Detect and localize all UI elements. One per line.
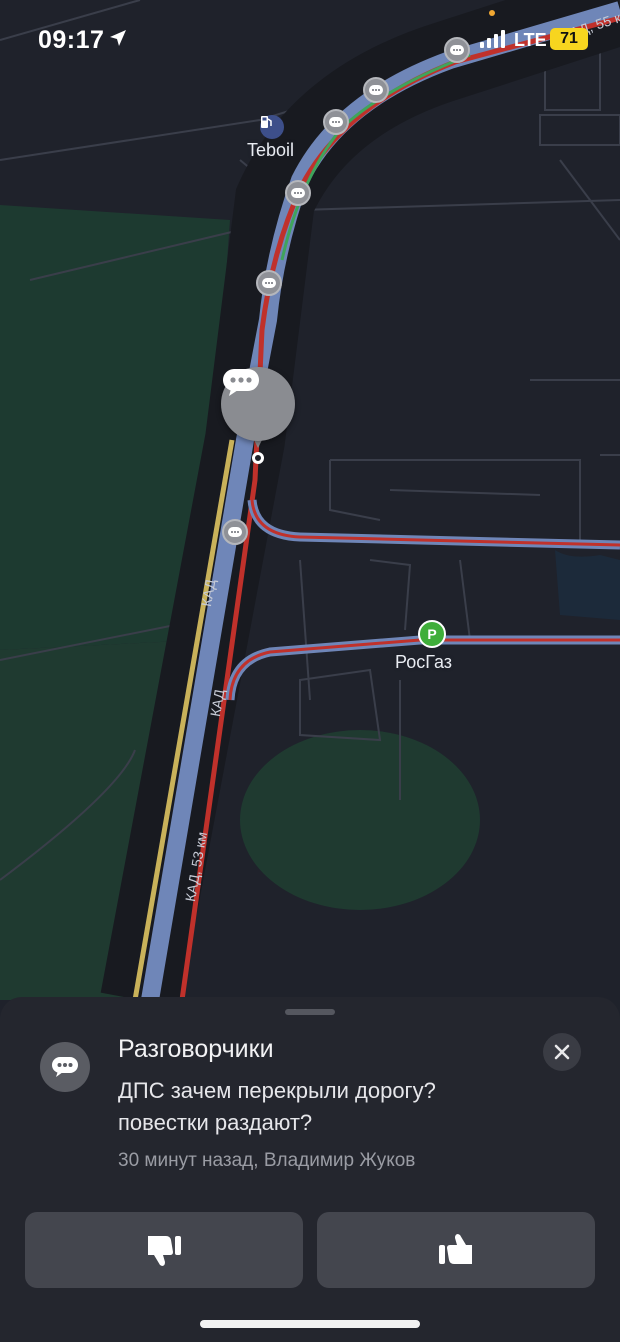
poi-label-teboil[interactable]: Teboil bbox=[247, 140, 294, 161]
sheet-grabber[interactable] bbox=[285, 1009, 335, 1015]
event-meta: 30 минут назад, Владимир Жуков bbox=[118, 1150, 416, 1171]
privacy-dot bbox=[489, 10, 495, 16]
event-bottom-sheet: Разговорчики ДПС зачем перекрыли дорогу?… bbox=[0, 997, 620, 1342]
signal-bars-icon bbox=[480, 30, 508, 53]
clock: 09:17 bbox=[38, 26, 105, 54]
chat-bubble-icon[interactable] bbox=[285, 180, 311, 206]
poi-label-rosgaz[interactable]: РосГаз bbox=[395, 652, 452, 673]
gas-station-icon[interactable]: P bbox=[418, 620, 446, 648]
dislike-button[interactable] bbox=[25, 1212, 303, 1288]
pond-area bbox=[555, 550, 620, 620]
thumbs-down-icon bbox=[148, 1236, 181, 1266]
chat-bubble-icon[interactable] bbox=[363, 77, 389, 103]
event-title: Разговорчики bbox=[118, 1035, 274, 1063]
like-button[interactable] bbox=[317, 1212, 595, 1288]
map-canvas[interactable] bbox=[0, 0, 620, 1000]
chat-bubble-icon bbox=[223, 369, 259, 396]
event-message: ДПС зачем перекрыли дорогу? повестки раз… bbox=[118, 1078, 436, 1135]
chat-icon bbox=[40, 1042, 90, 1092]
thumbs-up-icon bbox=[439, 1234, 472, 1264]
close-icon bbox=[554, 1044, 570, 1060]
chat-bubble-icon[interactable] bbox=[256, 270, 282, 296]
fuel-station-icon[interactable] bbox=[260, 115, 284, 139]
home-indicator[interactable] bbox=[200, 1320, 420, 1328]
battery-level: 71 bbox=[550, 28, 588, 50]
location-arrow-icon bbox=[108, 28, 128, 53]
close-button[interactable] bbox=[543, 1033, 581, 1071]
chat-bubble-icon[interactable] bbox=[222, 519, 248, 545]
park-area bbox=[240, 730, 480, 910]
selected-chat-pin[interactable] bbox=[221, 367, 295, 441]
chat-bubble-icon[interactable] bbox=[323, 109, 349, 135]
map-view[interactable]: Teboil РосГаз P КАД, 55 км КАД КАД КАД, … bbox=[0, 0, 620, 1000]
network-type: LTE bbox=[514, 30, 547, 50]
pin-location-dot bbox=[252, 452, 264, 464]
status-bar: 09:17 LTE 71 bbox=[0, 0, 620, 80]
